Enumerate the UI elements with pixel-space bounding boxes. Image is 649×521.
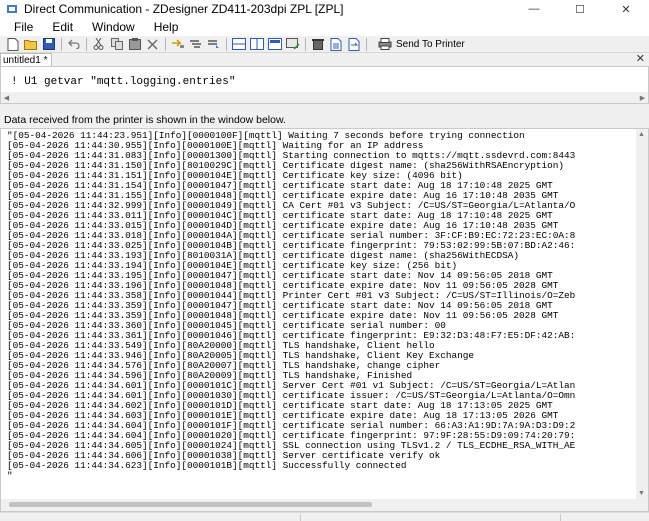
document-send-icon[interactable] [345, 37, 362, 52]
document-tab-row: untitled1 * ✕ [0, 53, 649, 66]
minimize-button[interactable]: — [511, 0, 557, 18]
log-line: [05-04-2026 11:44:34.601][Info][00001030… [7, 391, 576, 401]
scroll-right-icon[interactable]: ▶ [637, 92, 648, 103]
log-line: [05-04-2026 11:44:32.999][Info][00001049… [7, 201, 576, 211]
log-line: [05-04-2026 11:44:33.194][Info][0000104E… [7, 261, 458, 271]
layout-single-icon[interactable] [266, 37, 283, 52]
find-next-icon[interactable] [187, 37, 204, 52]
toolbar-separator [305, 37, 306, 51]
log-line: [05-04-2026 11:44:34.623][Info][0000101B… [7, 461, 407, 471]
horizontal-scroll-thumb[interactable] [9, 502, 372, 507]
close-tab-icon[interactable]: ✕ [636, 53, 645, 66]
title-bar: Direct Communication - ZDesigner ZD411-2… [0, 0, 649, 18]
open-icon[interactable] [22, 37, 39, 52]
menu-file[interactable]: File [6, 20, 44, 34]
log-line: [05-04-2026 11:44:31.155][Info][00001048… [7, 191, 559, 201]
send-to-printer-button[interactable]: Send To Printer [372, 37, 469, 52]
toolbar-separator [226, 37, 227, 51]
log-line: "[05-04-2026 11:44:23.951][Info][0000100… [7, 131, 525, 141]
window-controls: — ☐ ✕ [511, 0, 649, 18]
log-line: [05-04-2026 11:44:33.360][Info][00001045… [7, 321, 446, 331]
status-divider [560, 514, 561, 521]
log-line: [05-04-2026 11:44:34.605][Info][00001024… [7, 441, 576, 451]
log-line: [05-04-2026 11:44:33.011][Info][0000104C… [7, 211, 553, 221]
log-line: [05-04-2026 11:44:33.359][Info][00001048… [7, 311, 559, 321]
send-to-printer-icon [376, 37, 393, 52]
new-icon[interactable] [4, 37, 21, 52]
log-line: [05-04-2026 11:44:33.358][Info][00001044… [7, 291, 576, 301]
status-divider [300, 514, 301, 521]
scroll-left-icon[interactable]: ◀ [1, 92, 12, 103]
log-line: [05-04-2026 11:44:33.193][Info][8010031A… [7, 251, 519, 261]
window-title: Direct Communication - ZDesigner ZD411-2… [24, 2, 344, 16]
log-line: [05-04-2026 11:44:31.154][Info][00001047… [7, 181, 553, 191]
menu-edit[interactable]: Edit [44, 20, 84, 34]
app-icon [6, 3, 18, 15]
output-vertical-scrollbar[interactable]: ▲ ▼ [636, 129, 648, 511]
menu-help[interactable]: Help [146, 20, 190, 34]
log-line: [05-04-2026 11:44:31.083][Info][00001300… [7, 151, 576, 161]
send-to-printer-label: Send To Printer [396, 38, 465, 50]
log-line: [05-04-2026 11:44:31.150][Info][8010029C… [7, 161, 564, 171]
printer-output-text[interactable]: "[05-04-2026 11:44:23.951][Info][0000100… [7, 131, 625, 481]
document-icon[interactable] [327, 37, 344, 52]
layout-vertical-icon[interactable] [248, 37, 265, 52]
undo-icon[interactable] [65, 37, 82, 52]
log-line: [05-04-2026 11:44:33.359][Info][00001047… [7, 301, 553, 311]
log-line: [05-04-2026 11:44:34.602][Info][0000101D… [7, 401, 553, 411]
properties-icon[interactable] [284, 37, 301, 52]
log-line: [05-04-2026 11:44:33.361][Info][00001046… [7, 331, 576, 341]
log-line: [05-04-2026 11:44:33.015][Info][0000104D… [7, 221, 559, 231]
log-line: [05-04-2026 11:44:31.151][Info][0000104E… [7, 171, 463, 181]
log-line: [05-04-2026 11:44:30.955][Info][0000100E… [7, 141, 424, 151]
tab-untitled1[interactable]: untitled1 * [0, 53, 53, 66]
log-line: [05-04-2026 11:44:33.946][Info][80A20005… [7, 351, 474, 361]
layout-horizontal-icon[interactable] [230, 37, 247, 52]
menu-window[interactable]: Window [84, 20, 146, 34]
editor-horizontal-scrollbar[interactable]: ◀ ▶ [1, 92, 648, 103]
cut-icon[interactable] [90, 37, 107, 52]
log-line: [05-04-2026 11:44:34.576][Info][80A20007… [7, 361, 441, 371]
output-info-label: Data received from the printer is shown … [4, 114, 286, 126]
menu-bar: File Edit Window Help [0, 18, 649, 36]
output-horizontal-scrollbar[interactable] [1, 499, 638, 511]
paste-icon[interactable] [126, 37, 143, 52]
printer-output-window[interactable]: "[05-04-2026 11:44:23.951][Info][0000100… [0, 128, 649, 512]
log-line: [05-04-2026 11:44:33.195][Info][00001047… [7, 271, 553, 281]
log-line: [05-04-2026 11:44:33.549][Info][80A20000… [7, 341, 435, 351]
delete-icon[interactable] [144, 37, 161, 52]
replace-icon[interactable] [205, 37, 222, 52]
scroll-up-icon[interactable]: ▲ [636, 129, 647, 140]
toolbar-separator [165, 37, 166, 51]
toolbar-separator [366, 37, 367, 51]
log-line: [05-04-2026 11:44:34.606][Info][00001038… [7, 451, 441, 461]
command-editor[interactable]: ! U1 getvar "mqtt.logging.entries" ◀ ▶ [0, 66, 649, 104]
maximize-button[interactable]: ☐ [557, 0, 603, 18]
log-line: [05-04-2026 11:44:34.604][Info][0000101F… [7, 421, 576, 431]
clear-icon[interactable] [309, 37, 326, 52]
log-line: [05-04-2026 11:44:33.018][Info][0000104A… [7, 231, 576, 241]
log-line: [05-04-2026 11:44:33.025][Info][0000104B… [7, 241, 576, 251]
log-line: [05-04-2026 11:44:33.196][Info][00001048… [7, 281, 559, 291]
log-line: [05-04-2026 11:44:34.596][Info][80A20009… [7, 371, 413, 381]
log-line: [05-04-2026 11:44:34.603][Info][0000101E… [7, 411, 559, 421]
log-line: [05-04-2026 11:44:34.604][Info][00001020… [7, 431, 576, 441]
copy-icon[interactable] [108, 37, 125, 52]
find-icon[interactable] [169, 37, 186, 52]
log-line: " [7, 471, 13, 481]
toolbar-separator [86, 37, 87, 51]
close-button[interactable]: ✕ [603, 0, 649, 18]
toolbar: Send To Printer [0, 36, 649, 53]
status-bar [0, 512, 649, 521]
direct-communication-window: Direct Communication - ZDesigner ZD411-2… [0, 0, 649, 521]
save-icon[interactable] [40, 37, 57, 52]
scroll-down-icon[interactable]: ▼ [636, 488, 647, 499]
command-text[interactable]: ! U1 getvar "mqtt.logging.entries" [11, 76, 235, 88]
log-line: [05-04-2026 11:44:34.601][Info][0000101C… [7, 381, 576, 391]
toolbar-separator [61, 37, 62, 51]
